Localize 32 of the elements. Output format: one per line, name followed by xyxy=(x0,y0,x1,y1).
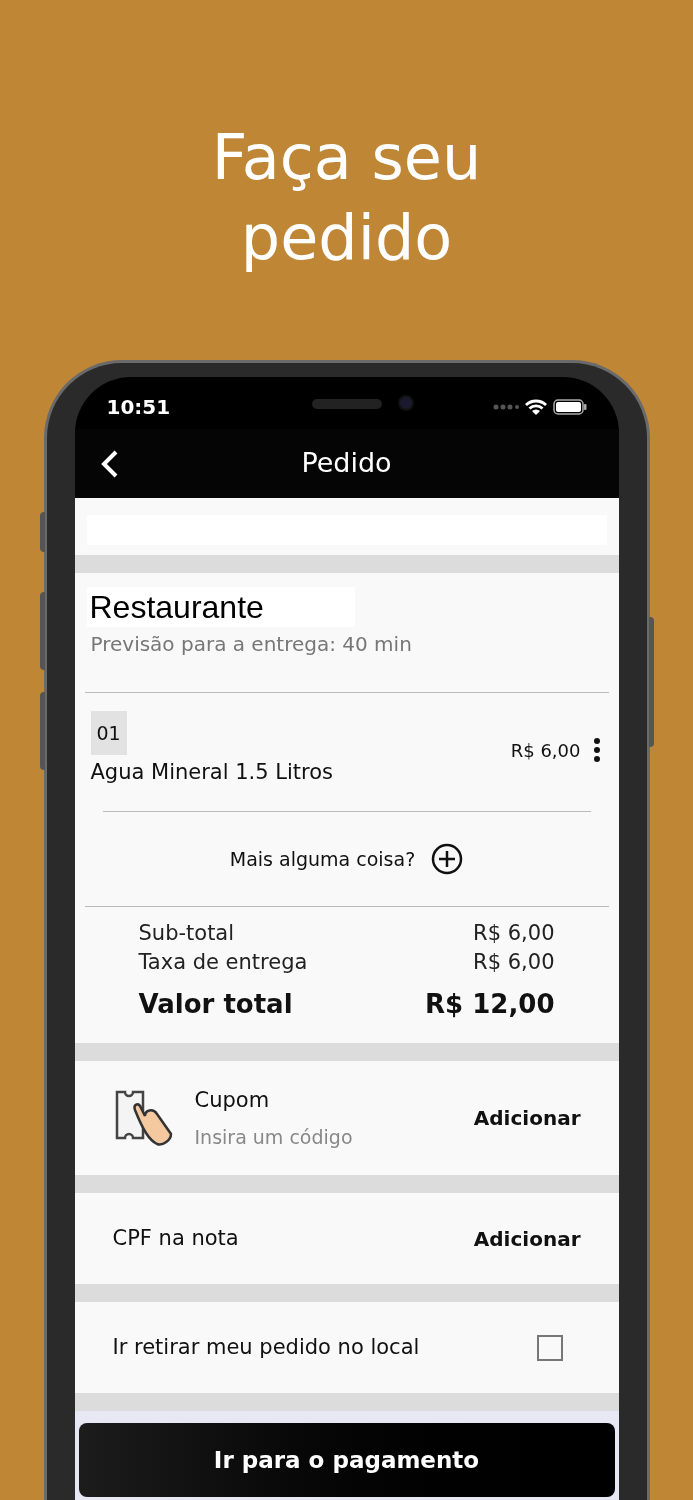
restaurant-name: Restaurante xyxy=(86,587,355,627)
payment-button[interactable]: Ir para o pagamento xyxy=(78,1423,615,1497)
coupon-title: Cupom xyxy=(194,1087,271,1114)
screen-title: Pedido xyxy=(301,446,392,481)
add-icon xyxy=(431,843,464,875)
total-value: R$ 6,00 xyxy=(473,949,555,976)
total-value: R$ 12,00 xyxy=(425,988,555,1021)
add-item-button[interactable] xyxy=(431,843,464,875)
cpf-label: CPF na nota xyxy=(112,1224,240,1252)
signal-icon xyxy=(492,404,519,410)
add-coupon-link[interactable]: Adicionar xyxy=(473,1103,581,1133)
add-more-label: Mais alguma coisa? xyxy=(229,846,416,872)
add-cpf-link[interactable]: Adicionar xyxy=(473,1223,581,1254)
total-label: Valor total xyxy=(138,988,293,1021)
wifi-icon xyxy=(524,399,547,415)
status-time: 10:51 xyxy=(106,394,171,421)
delivery-estimate: Previsão para a entrega: 40 min xyxy=(89,631,413,658)
coupon-subtitle: Insira um código xyxy=(194,1124,354,1150)
item-price: R$ 6,00 xyxy=(510,739,581,763)
headline: Faça seu pedido xyxy=(210,120,483,276)
pickup-label: Ir retirar meu pedido no local xyxy=(112,1333,421,1361)
item-quantity: 01 xyxy=(90,711,127,755)
item-name: Agua Mineral 1.5 Litros xyxy=(90,759,335,786)
item-menu-button[interactable] xyxy=(592,735,603,765)
total-value: R$ 6,00 xyxy=(473,920,555,947)
speaker-grille xyxy=(311,399,382,409)
camera-lens xyxy=(397,395,414,411)
total-label: Taxa de entrega xyxy=(138,949,308,976)
pickup-checkbox[interactable] xyxy=(536,1334,563,1361)
battery-icon xyxy=(552,399,587,415)
total-label: Sub-total xyxy=(138,920,235,947)
more-icon xyxy=(592,737,601,763)
